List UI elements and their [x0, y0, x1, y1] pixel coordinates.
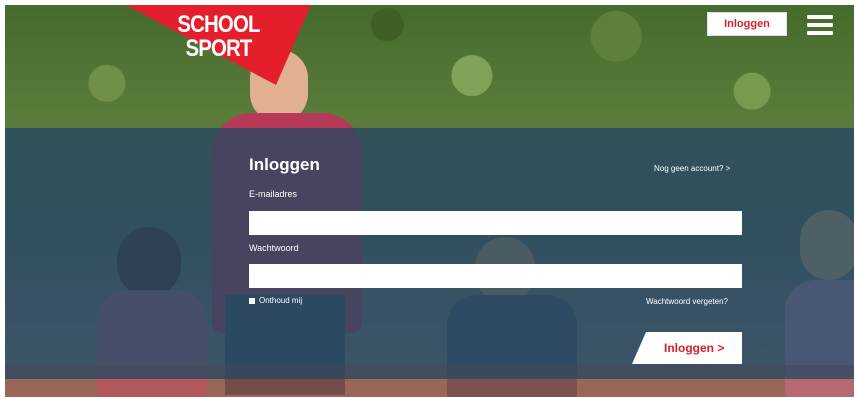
- email-input[interactable]: [249, 211, 742, 235]
- email-label: E-mailadres: [249, 189, 298, 199]
- forgot-password-link[interactable]: Wachtwoord vergeten?: [646, 297, 728, 306]
- no-account-link[interactable]: Nog geen account? >: [654, 164, 730, 173]
- hamburger-menu-icon[interactable]: [805, 12, 835, 38]
- password-input[interactable]: [249, 264, 742, 288]
- login-form-title: Inloggen: [249, 155, 320, 174]
- password-label: Wachtwoord: [249, 243, 299, 253]
- logo-text: SCHOOL SPORT: [140, 13, 297, 61]
- schoolsport-logo[interactable]: SCHOOL SPORT: [126, 5, 311, 85]
- menu-bar: [807, 31, 833, 35]
- header-login-button[interactable]: Inloggen: [707, 12, 787, 36]
- login-submit-label: Inloggen >: [664, 341, 725, 355]
- remember-me-label: Onthoud mij: [259, 296, 303, 305]
- remember-me-checkbox[interactable]: Onthoud mij: [249, 296, 302, 305]
- login-submit-button[interactable]: Inloggen >: [632, 332, 742, 364]
- menu-bar: [807, 15, 833, 19]
- checkbox-box[interactable]: [249, 297, 255, 304]
- logo-line-school: SCHOOL: [177, 11, 260, 38]
- menu-bar: [807, 23, 833, 27]
- logo-line-sport: SPORT: [185, 35, 252, 62]
